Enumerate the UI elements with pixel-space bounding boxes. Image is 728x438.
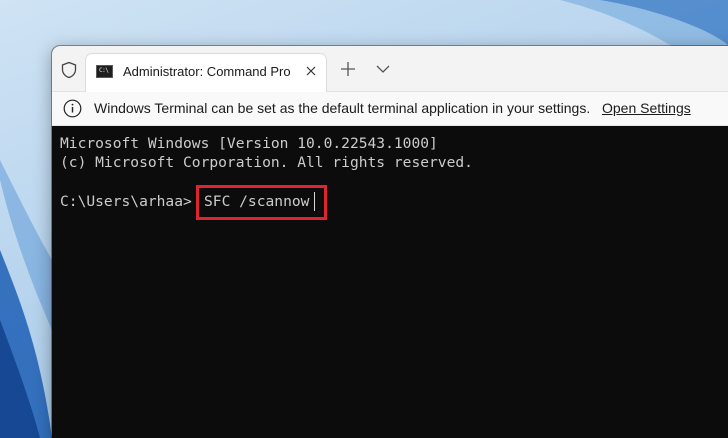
open-settings-link[interactable]: Open Settings — [602, 100, 691, 117]
command-prompt-icon: C:\ — [96, 65, 113, 78]
console-line: (c) Microsoft Corporation. All rights re… — [60, 154, 473, 171]
shield-icon[interactable] — [60, 61, 78, 79]
info-message: Windows Terminal can be set as the defau… — [94, 100, 591, 116]
plus-icon[interactable] — [340, 61, 356, 77]
info-icon — [63, 99, 82, 118]
console-output[interactable]: Microsoft Windows [Version 10.0.22543.10… — [52, 126, 728, 438]
console-line: Microsoft Windows [Version 10.0.22543.10… — [60, 135, 438, 152]
command-prompt-path: C:\Users\arhaa> — [60, 193, 192, 210]
title-bar: C:\ Administrator: Command Promp — [52, 46, 728, 92]
command-highlight-box — [196, 185, 327, 220]
terminal-window: C:\ Administrator: Command Promp Windows… — [52, 46, 728, 438]
desktop-wallpaper: C:\ Administrator: Command Promp Windows… — [0, 0, 728, 438]
close-icon[interactable] — [304, 64, 318, 78]
chevron-down-icon[interactable] — [376, 64, 390, 74]
tab-title: Administrator: Command Promp — [123, 64, 291, 79]
info-bar: Windows Terminal can be set as the defau… — [52, 92, 728, 126]
tab-command-prompt[interactable]: C:\ Administrator: Command Promp — [86, 54, 326, 92]
